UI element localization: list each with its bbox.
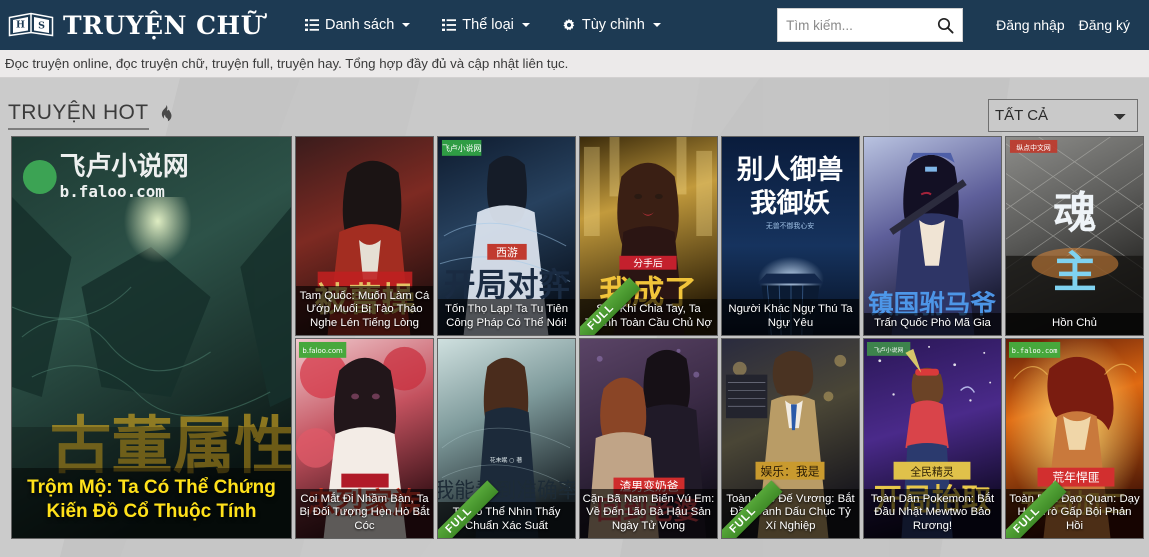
nav-item-label: Thể loại <box>462 17 514 33</box>
login-link[interactable]: Đăng nhập <box>989 11 1072 39</box>
nav-item-tuy-chinh[interactable]: Tùy chỉnh <box>546 9 677 41</box>
section-title[interactable]: TRUYỆN HOT <box>8 101 149 130</box>
brand-name: TRUYỆN CHỮ <box>63 10 263 40</box>
book-title: Coi Mắt Đi Nhầm Bàn, Ta Bị Đối Tượng Hẹn… <box>296 489 433 538</box>
book-card[interactable]: 分手后 我成了 FULL Sau Khi Chia Tay, Ta Thành … <box>579 136 718 336</box>
nav-item-danh-sach[interactable]: Danh sách <box>289 9 426 41</box>
svg-text:纵点中文网: 纵点中文网 <box>1016 143 1051 152</box>
book-card-featured[interactable]: 飞卢小说网 b.faloo.com 古董属性 Trộm Mộ: Ta Có Th… <box>11 136 292 539</box>
book-title: Cặn Bã Nam Biến Vú Em: Về Đến Lão Bà Hậu… <box>580 489 717 538</box>
book-grid: 飞卢小说网 b.faloo.com 古董属性 Trộm Mộ: Ta Có Th… <box>0 136 1149 539</box>
chevron-down-icon <box>652 23 661 27</box>
search-input[interactable] <box>778 9 929 41</box>
book-title: Tốn Thọ Lạp! Ta Tu Tiên Công Pháp Có Thể… <box>438 299 575 335</box>
svg-text:飞卢小说网: 飞卢小说网 <box>60 152 189 182</box>
svg-text:b.faloo.com: b.faloo.com <box>302 347 343 355</box>
search-box[interactable] <box>777 8 964 42</box>
svg-text:飞卢小说网: 飞卢小说网 <box>442 143 481 153</box>
book-card[interactable]: 纵点中文网 魂 主 Hồn Chủ <box>1005 136 1144 336</box>
svg-text:S: S <box>38 21 45 32</box>
book-title: Hồn Chủ <box>1006 312 1143 335</box>
book-title: Toàn Dân Pokemon: Bắt Đầu Nhật Mewtwo Bả… <box>864 489 1001 538</box>
svg-text:分手后: 分手后 <box>633 257 663 270</box>
svg-text:西游: 西游 <box>496 246 518 259</box>
section-header: TRUYỆN HOT TẤT CẢ <box>0 78 1149 136</box>
book-cover-image: 镇国驸马爷 <box>864 137 1001 335</box>
svg-text:别人御兽: 别人御兽 <box>736 155 843 186</box>
category-filter-select[interactable]: TẤT CẢ <box>988 98 1138 132</box>
svg-text:荒年悍匪: 荒年悍匪 <box>1052 471 1099 485</box>
search-button[interactable] <box>928 9 962 41</box>
svg-text:主: 主 <box>1053 247 1096 298</box>
open-book-logo-icon: H S <box>8 12 54 37</box>
search-icon <box>937 17 954 34</box>
svg-text:H: H <box>16 20 25 31</box>
list-icon <box>304 19 319 31</box>
svg-text:b.faloo.com: b.faloo.com <box>1012 347 1058 355</box>
book-card[interactable]: 花未眠 ○ 著 我能看到准确率 FULL Ta Có Thể Nhìn Thấy… <box>437 338 576 539</box>
book-card[interactable]: 被曹操 Tam Quốc: Muốn Làm Cá Ướp Muối Bị Tà… <box>295 136 434 336</box>
main-nav: Danh sách Thể loại Tùy chỉnh <box>289 9 677 41</box>
svg-text:娱乐：我是: 娱乐：我是 <box>760 465 819 479</box>
site-tagline-bar: Đọc truyện online, đọc truyện chữ, truyệ… <box>0 50 1149 78</box>
chevron-down-icon <box>521 23 530 27</box>
gear-icon <box>562 18 576 32</box>
register-link[interactable]: Đăng ký <box>1072 11 1137 39</box>
site-logo-link[interactable]: H S TRUYỆN CHỮ <box>8 10 263 40</box>
chevron-down-icon <box>402 23 411 27</box>
main-content: TRUYỆN HOT TẤT CẢ 飞卢小说网 b.faloo.com 古董属性… <box>0 78 1149 557</box>
book-title: Trộm Mộ: Ta Có Thể Chứng Kiến Đồ Cổ Thuộ… <box>12 468 291 538</box>
list-icon <box>442 19 457 31</box>
svg-text:花未眠 ○ 著: 花未眠 ○ 著 <box>490 456 523 464</box>
book-title: Người Khác Ngự Thú Ta Ngự Yêu <box>722 299 859 335</box>
svg-text:无兽不御我心安: 无兽不御我心安 <box>766 221 814 230</box>
book-card[interactable]: 飞卢小说网 西游 开局对弈 Tốn Thọ Lạp! Ta Tu Tiên Cô… <box>437 136 576 336</box>
book-title: Tam Quốc: Muốn Làm Cá Ướp Muối Bị Tào Th… <box>296 286 433 335</box>
book-title: Trấn Quốc Phò Mã Gia <box>864 312 1001 335</box>
book-card[interactable]: 飞卢小说网 全民精灵 开局抬取 Toàn Dân Pokemon: Bắt Đầ… <box>863 338 1002 539</box>
book-card[interactable]: 渣男变奶爸 回到老婆 Cặn Bã Nam Biến Vú Em: Về Đến… <box>579 338 718 539</box>
book-card[interactable]: 镇国驸马爷 Trấn Quốc Phò Mã Gia <box>863 136 1002 336</box>
book-cover-image: 纵点中文网 魂 主 <box>1006 137 1143 335</box>
nav-item-the-loai[interactable]: Thể loại <box>426 9 546 41</box>
svg-text:飞卢小说网: 飞卢小说网 <box>874 346 904 354</box>
nav-right-group: Đăng nhập Đăng ký <box>777 8 1137 42</box>
nav-item-label: Tùy chỉnh <box>581 17 645 33</box>
book-card[interactable]: 别人御兽 我御妖 无兽不御我心安 Người Khác Ngự Thú Ta N… <box>721 136 860 336</box>
svg-text:我御妖: 我御妖 <box>750 188 830 219</box>
fire-icon <box>159 105 174 125</box>
svg-text:我能看到准确率: 我能看到准确率 <box>438 478 575 502</box>
book-card[interactable]: 娱乐：我是 FULL Toàn Hào Đế Vương: Bắt Đầu Đá… <box>721 338 860 539</box>
svg-text:魂: 魂 <box>1053 188 1096 239</box>
book-card[interactable]: b.faloo.com 忠烈家族 Coi Mắt Đi Nhầm Bàn, Ta… <box>295 338 434 539</box>
nav-item-label: Danh sách <box>324 17 395 33</box>
svg-text:全民精灵: 全民精灵 <box>910 465 953 479</box>
top-navbar: H S TRUYỆN CHỮ Danh sách Thể loại Tùy ch… <box>0 0 1149 50</box>
svg-text:b.faloo.com: b.faloo.com <box>60 182 165 201</box>
book-card[interactable]: b.faloo.com 荒年悍匪 开局加二 FULL Toàn Dân Đạo … <box>1005 338 1144 539</box>
svg-text:开局对弈: 开局对弈 <box>444 266 570 303</box>
site-tagline-text: Đọc truyện online, đọc truyện chữ, truyệ… <box>5 56 569 71</box>
